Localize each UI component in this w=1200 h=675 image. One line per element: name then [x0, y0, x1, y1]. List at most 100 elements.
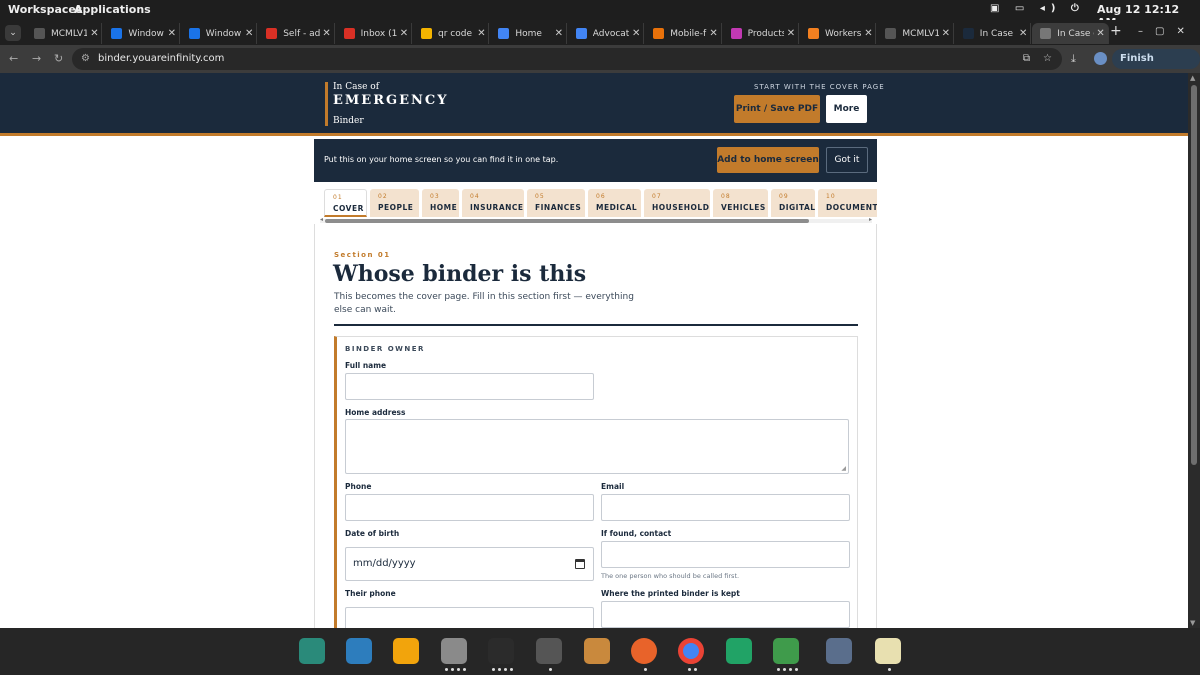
dock-archive-icon[interactable]	[584, 638, 610, 664]
logo-line2: EMERGENCY	[333, 93, 449, 108]
dock-chrome-icon[interactable]	[678, 638, 704, 664]
close-tab-icon[interactable]: ✕	[707, 28, 721, 39]
window-controls[interactable]: –▢✕	[1138, 26, 1197, 37]
dob-label: Date of birth	[345, 529, 400, 538]
page-scroll-thumb[interactable]	[1191, 85, 1197, 465]
browser-tab[interactable]: Inbox (1 ✕	[336, 23, 412, 44]
scroll-right-icon[interactable]: ▸	[869, 216, 872, 223]
full-name-input[interactable]	[345, 373, 594, 400]
add-to-home-screen-button[interactable]: Add to home screen	[717, 147, 819, 173]
dock-running-indicator	[510, 668, 513, 671]
browser-tab[interactable]: MCMLV1 ✕	[26, 23, 103, 44]
their-phone-input[interactable]	[345, 607, 594, 628]
close-tab-icon[interactable]: ✕	[242, 28, 256, 39]
reload-icon[interactable]: ↻	[54, 52, 63, 65]
section-tab-home[interactable]: 03 HOME	[422, 189, 459, 217]
omnibox[interactable]: ⚙ binder.youareinfinity.com ⧉ ☆	[72, 48, 1062, 70]
section-tab-number: 08	[721, 193, 731, 200]
install-app-icon[interactable]: ⧉	[1023, 48, 1030, 70]
browser-tab[interactable]: Workers ✕	[800, 23, 877, 44]
back-icon[interactable]: ←	[9, 52, 18, 65]
applications-menu[interactable]: Applications	[74, 3, 151, 16]
browser-tab[interactable]: qr code ✕	[413, 23, 490, 44]
browser-tab[interactable]: MCMLV1 ✕	[877, 23, 954, 44]
email-input[interactable]	[601, 494, 850, 521]
section-tab-cover[interactable]: 01 COVER	[324, 189, 367, 217]
close-tab-icon[interactable]: ✕	[1094, 28, 1108, 39]
close-tab-icon[interactable]: ✕	[784, 28, 798, 39]
close-tab-icon[interactable]: ✕	[474, 28, 488, 39]
page-scrollbar[interactable]: ▲ ▼	[1188, 73, 1200, 628]
dock-monitor-icon[interactable]	[826, 638, 852, 664]
close-tab-icon[interactable]: ✕	[165, 28, 179, 39]
section-tab-number: 09	[779, 193, 789, 200]
download-icon[interactable]: ⤓	[1071, 52, 1076, 66]
browser-tab[interactable]: In Case o✕	[1032, 23, 1109, 44]
site-logo[interactable]: In Case of EMERGENCY Binder	[325, 82, 449, 126]
dock-settings-icon[interactable]	[536, 638, 562, 664]
close-tab-icon[interactable]: ✕	[861, 28, 875, 39]
banner-message: Put this on your home screen so you can …	[324, 155, 559, 164]
section-tabs-scroll-thumb[interactable]	[325, 219, 809, 223]
dock-spreadsheet-icon[interactable]	[726, 638, 752, 664]
close-tab-icon[interactable]: ✕	[629, 28, 643, 39]
browser-tab[interactable]: Window ✕	[103, 23, 180, 44]
section-tab-people[interactable]: 02 PEOPLE	[370, 189, 419, 217]
browser-tab[interactable]: Window ✕	[181, 23, 258, 44]
dock-firefox-icon[interactable]	[631, 638, 657, 664]
section-tab-insurance[interactable]: 04 INSURANCE	[462, 189, 524, 217]
section-title: Whose binder is this	[333, 261, 587, 287]
browser-tab[interactable]: Mobile-f ✕	[645, 23, 722, 44]
scroll-up-icon[interactable]: ▲	[1190, 74, 1195, 82]
tab-search-icon[interactable]: ⌄	[5, 25, 21, 41]
section-tab-digital[interactable]: 09 DIGITAL	[771, 189, 815, 217]
resize-handle-icon[interactable]: ◢	[841, 465, 846, 472]
forward-icon[interactable]: →	[32, 52, 41, 65]
tab-title: Self - ad	[283, 28, 320, 39]
if-found-input[interactable]	[601, 541, 850, 568]
dock-text-editor-icon[interactable]	[875, 638, 901, 664]
close-tab-icon[interactable]: ✕	[320, 28, 334, 39]
workspaces-menu[interactable]: Workspaces	[8, 3, 82, 16]
bookmark-star-icon[interactable]: ☆	[1043, 48, 1052, 70]
more-button[interactable]: More	[826, 95, 867, 123]
section-tab-documents[interactable]: 10 DOCUMENTS	[818, 189, 877, 217]
scroll-down-icon[interactable]: ▼	[1190, 619, 1195, 627]
dob-input[interactable]: mm/dd/yyyy	[345, 547, 594, 581]
dock-search-icon[interactable]	[299, 638, 325, 664]
section-tab-label: PEOPLE	[378, 203, 414, 212]
print-save-pdf-button[interactable]: Print / Save PDF	[734, 95, 820, 123]
phone-input[interactable]	[345, 494, 594, 521]
browser-tab[interactable]: Advocat ✕	[568, 23, 645, 44]
dock-zip-icon[interactable]	[773, 638, 799, 664]
browser-tab[interactable]: Home ✕	[490, 23, 567, 44]
calendar-icon[interactable]	[575, 559, 585, 569]
finish-update-button[interactable]: Finish update ⋮	[1112, 49, 1200, 84]
system-tray-icons[interactable]: ▣ ▭ ◂) ⏻	[990, 3, 1085, 14]
browser-tab[interactable]: In Case o✕	[955, 23, 1032, 44]
section-tabs-scrollbar[interactable]: ◂ ▸	[320, 216, 872, 223]
dock-file-cabinet-icon[interactable]	[441, 638, 467, 664]
section-tab-finances[interactable]: 05 FINANCES	[527, 189, 585, 217]
close-tab-icon[interactable]: ✕	[939, 28, 953, 39]
close-tab-icon[interactable]: ✕	[87, 28, 101, 39]
scroll-left-icon[interactable]: ◂	[320, 216, 323, 223]
section-tab-vehicles[interactable]: 08 VEHICLES	[713, 189, 768, 217]
close-tab-icon[interactable]: ✕	[1016, 28, 1030, 39]
close-tab-icon[interactable]: ✕	[552, 28, 566, 39]
profile-avatar[interactable]	[1094, 52, 1107, 65]
dock-terminal-icon[interactable]	[488, 638, 514, 664]
dock-files-browser-icon[interactable]	[346, 638, 372, 664]
home-address-textarea[interactable]: ◢	[345, 419, 849, 474]
dock-running-indicator	[688, 668, 691, 671]
dismiss-banner-button[interactable]: Got it	[826, 147, 868, 173]
dock-app-grid-icon[interactable]	[393, 638, 419, 664]
binder-location-input[interactable]	[601, 601, 850, 628]
close-tab-icon[interactable]: ✕	[397, 28, 411, 39]
section-tab-medical[interactable]: 06 MEDICAL	[588, 189, 641, 217]
section-tab-household[interactable]: 07 HOUSEHOLD	[644, 189, 710, 217]
browser-tab[interactable]: Self - ad ✕	[258, 23, 335, 44]
new-tab-button[interactable]: +	[1110, 23, 1122, 39]
site-info-icon[interactable]: ⚙	[81, 48, 90, 70]
browser-tab[interactable]: Products ✕	[723, 23, 799, 44]
